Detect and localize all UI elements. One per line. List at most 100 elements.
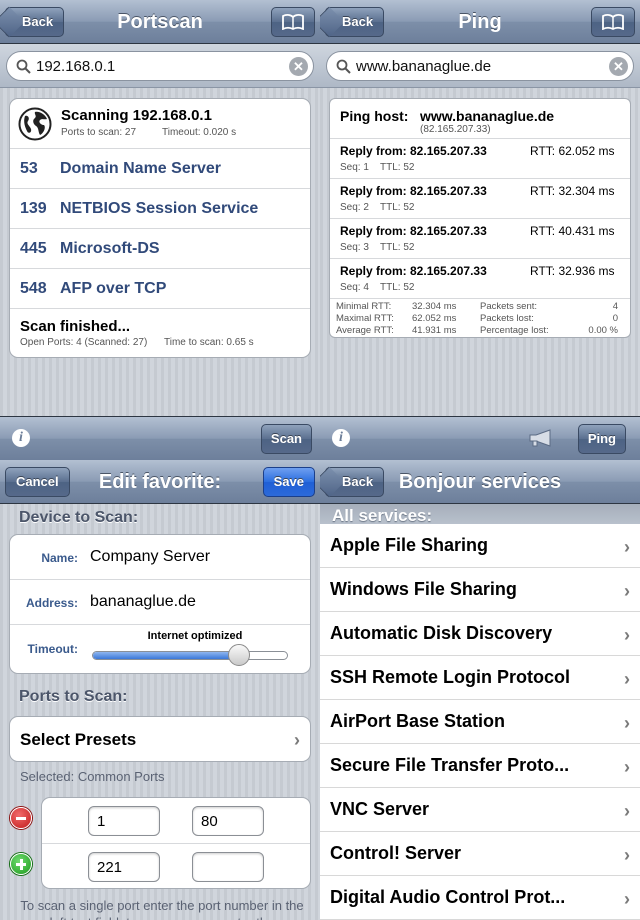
info-icon[interactable]: i xyxy=(332,429,350,447)
service-row[interactable]: Control! Server › xyxy=(320,832,640,876)
timeout-slider-knob[interactable] xyxy=(228,644,250,666)
port-number: 53 xyxy=(20,160,38,177)
name-field[interactable]: Company Server xyxy=(90,548,210,566)
address-field[interactable]: bananaglue.de xyxy=(90,593,196,611)
port-ranges-card: 1 80 221 xyxy=(41,797,311,889)
portscan-navbar: Portscan Back xyxy=(0,0,320,44)
reply-ttl: TTL: 52 xyxy=(380,202,415,213)
reply-row: Reply from: 82.165.207.33 RTT: 32.936 ms… xyxy=(330,259,630,299)
service-row[interactable]: Automatic Disk Discovery › xyxy=(320,612,640,656)
service-row[interactable]: VNC Server › xyxy=(320,788,640,832)
stat-label: Average RTT: xyxy=(336,325,394,336)
service-row[interactable]: SSH Remote Login Protocol › xyxy=(320,656,640,700)
stat-value: 0 xyxy=(612,313,618,324)
chevron-right-icon: › xyxy=(624,757,630,777)
ping-button[interactable]: Ping xyxy=(577,424,626,454)
service-label: Windows File Sharing xyxy=(330,579,517,599)
ping-results-card: Ping host: www.bananaglue.de (82.165.207… xyxy=(329,98,631,338)
bookmarks-button[interactable] xyxy=(591,7,635,37)
scan-button[interactable]: Scan xyxy=(260,424,312,454)
search-bar: 192.168.0.1 ✕ xyxy=(0,44,320,88)
save-button[interactable]: Save xyxy=(262,467,315,497)
port-row[interactable]: 548 AFP over TCP xyxy=(10,269,310,309)
service-label: AirPort Base Station xyxy=(330,711,506,731)
service-row[interactable]: Secure File Transfer Proto... › xyxy=(320,744,640,788)
range-from-field[interactable]: 1 xyxy=(88,806,160,836)
remove-range-icon[interactable] xyxy=(10,807,32,829)
chevron-right-icon: › xyxy=(624,669,630,689)
stat-label: Packets lost: xyxy=(480,313,534,324)
timeout-row: Timeout: Internet optimized xyxy=(10,625,310,673)
book-icon xyxy=(602,14,624,30)
select-presets-label: Select Presets xyxy=(20,730,137,749)
service-row[interactable]: Digital Audio Control Prot... › xyxy=(320,876,640,920)
port-service: Domain Name Server xyxy=(60,160,221,177)
stat-value: 4 xyxy=(612,301,618,312)
back-button[interactable]: Back xyxy=(325,467,385,497)
timeout-slider-fill xyxy=(93,652,239,659)
reply-seq: Seq: 1 xyxy=(340,162,369,173)
scan-summary-row: Scan finished... Open Ports: 4 (Scanned:… xyxy=(10,309,310,357)
reply-from: Reply from: 82.165.207.33 xyxy=(340,184,487,198)
portscan-toolbar: i Scan xyxy=(0,416,320,460)
reply-from: Reply from: 82.165.207.33 xyxy=(340,264,487,278)
device-card: Name: Company Server Address: bananaglue… xyxy=(9,534,311,674)
range-to-field[interactable]: 80 xyxy=(192,806,264,836)
section-header: All services: xyxy=(332,506,433,525)
reply-rtt: RTT: 32.936 ms xyxy=(530,264,615,278)
reply-rtt: RTT: 32.304 ms xyxy=(530,184,615,198)
stat-value: 41.931 ms xyxy=(412,325,457,336)
bonjour-screen: Bonjour services Back All services: Appl… xyxy=(320,460,640,920)
port-number: 548 xyxy=(20,280,47,297)
reply-row: Reply from: 82.165.207.33 RTT: 40.431 ms… xyxy=(330,219,630,259)
chevron-right-icon: › xyxy=(624,537,630,557)
name-label: Name: xyxy=(41,551,78,565)
reply-row: Reply from: 82.165.207.33 RTT: 62.052 ms… xyxy=(330,139,630,179)
reply-from: Reply from: 82.165.207.33 xyxy=(340,224,487,238)
service-label: VNC Server xyxy=(330,799,430,819)
range-from-field[interactable]: 221 xyxy=(88,852,160,882)
back-button[interactable]: Back xyxy=(5,7,65,37)
scan-finished-title: Scan finished... xyxy=(20,318,131,335)
range-row: 1 80 xyxy=(42,798,310,844)
port-service: AFP over TCP xyxy=(60,280,167,297)
chevron-right-icon: › xyxy=(624,889,630,909)
search-icon xyxy=(16,59,31,74)
globe-icon xyxy=(18,107,52,141)
name-row[interactable]: Name: Company Server xyxy=(10,535,310,580)
info-icon[interactable]: i xyxy=(12,429,30,447)
service-label: SSH Remote Login Protocol xyxy=(330,667,571,687)
search-bar: www.bananaglue.de ✕ xyxy=(320,44,640,88)
edit-favorite-screen: Edit favorite: Cancel Save Device to Sca… xyxy=(0,460,320,920)
port-row[interactable]: 53 Domain Name Server xyxy=(10,149,310,189)
open-ports: Open Ports: 4 (Scanned: 27) xyxy=(20,337,148,348)
timeout-slider-track[interactable] xyxy=(92,651,288,660)
port-row[interactable]: 445 Microsoft-DS xyxy=(10,229,310,269)
service-row[interactable]: AirPort Base Station › xyxy=(320,700,640,744)
add-range-icon[interactable] xyxy=(10,853,32,875)
address-label: Address: xyxy=(25,596,78,610)
megaphone-icon[interactable] xyxy=(528,429,554,447)
clear-icon[interactable]: ✕ xyxy=(289,57,308,76)
bookmarks-button[interactable] xyxy=(271,7,315,37)
back-button[interactable]: Back xyxy=(325,7,385,37)
search-icon xyxy=(336,59,351,74)
service-row[interactable]: Apple File Sharing › xyxy=(320,524,640,568)
range-to-field[interactable] xyxy=(192,852,264,882)
time-to-scan: Time to scan: 0.65 s xyxy=(164,337,254,348)
port-number: 139 xyxy=(20,200,47,217)
search-input[interactable]: 192.168.0.1 ✕ xyxy=(6,51,314,81)
service-row[interactable]: Windows File Sharing › xyxy=(320,568,640,612)
port-row[interactable]: 139 NETBIOS Session Service xyxy=(10,189,310,229)
search-value: www.bananaglue.de xyxy=(356,58,492,75)
cancel-button[interactable]: Cancel xyxy=(5,467,70,497)
clear-icon[interactable]: ✕ xyxy=(609,57,628,76)
search-input[interactable]: www.bananaglue.de ✕ xyxy=(326,51,634,81)
ping-host-label: Ping host: xyxy=(340,108,409,124)
address-row[interactable]: Address: bananaglue.de xyxy=(10,580,310,625)
search-value: 192.168.0.1 xyxy=(36,58,116,75)
select-presets-row[interactable]: Select Presets › xyxy=(9,716,311,762)
stat-value: 62.052 ms xyxy=(412,313,457,324)
ports-to-scan: Ports to scan: 27 xyxy=(61,127,137,138)
range-row: 221 xyxy=(42,844,310,888)
